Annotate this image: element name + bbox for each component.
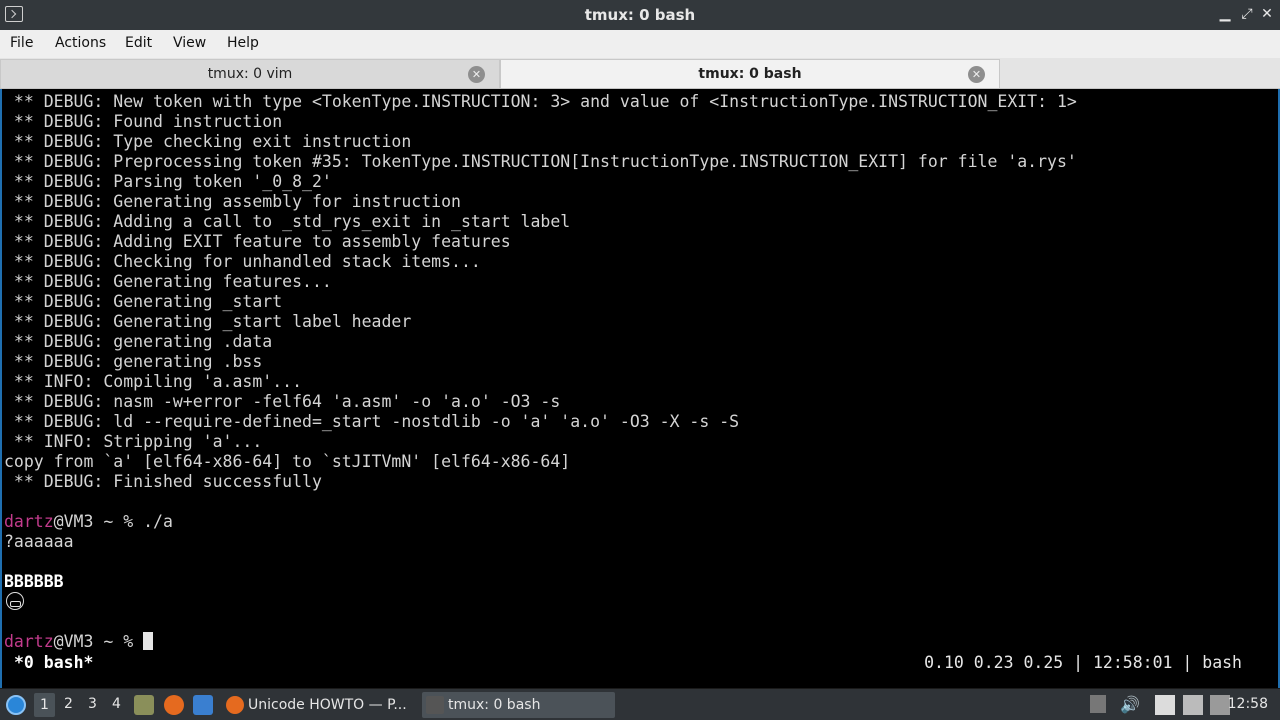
window-titlebar: tmux: 0 bash ▁ ⤢ ✕ (0, 0, 1280, 30)
terminal-line: ** DEBUG: Generating features... (4, 272, 332, 291)
task-firefox[interactable]: Unicode HOWTO — P... (222, 692, 417, 718)
terminal-line: ** DEBUG: nasm -w+error -felf64 'a.asm' … (4, 392, 561, 411)
terminal-cursor (143, 632, 154, 650)
terminal-icon (426, 696, 444, 714)
tab-bash[interactable]: tmux: 0 bash ✕ (500, 59, 1000, 88)
close-icon[interactable]: ✕ (1258, 5, 1276, 23)
workspace-2[interactable]: 2 (64, 696, 73, 712)
terminal-line: ** INFO: Stripping 'a'... (4, 432, 263, 451)
maximize-icon[interactable]: ⤢ (1238, 5, 1256, 23)
workspace-4[interactable]: 4 (112, 696, 121, 712)
start-menu-icon[interactable] (6, 695, 26, 715)
terminal-line: ** DEBUG: Preprocessing token #35: Token… (4, 152, 1077, 171)
firefox-icon[interactable] (164, 695, 184, 715)
tmux-status-right: 0.10 0.23 0.25 | 12:58:01 | bash (924, 653, 1242, 672)
terminal-line: ** DEBUG: Found instruction (4, 112, 283, 131)
terminal-line: ** DEBUG: Checking for unhandled stack i… (4, 252, 481, 271)
task-label: Unicode HOWTO — P... (248, 697, 407, 713)
taskbar: 1 2 3 4 Unicode HOWTO — P... tmux: 0 bas… (0, 688, 1280, 720)
prompt-user: dartz (4, 512, 54, 531)
terminal-line: ** DEBUG: Generating _start (4, 292, 283, 311)
terminal-line: ** DEBUG: Finished successfully (4, 472, 322, 491)
tab-close-icon[interactable]: ✕ (468, 66, 485, 83)
workspace-1[interactable]: 1 (34, 693, 55, 717)
prompt-host: @VM3 ~ % (53, 632, 144, 651)
terminal-area[interactable]: ** DEBUG: New token with type <TokenType… (0, 89, 1280, 688)
menu-bar: File Actions Edit View Help (0, 30, 1280, 58)
terminal-line: ** DEBUG: Generating assembly for instru… (4, 192, 461, 211)
menu-actions[interactable]: Actions (55, 35, 106, 51)
terminal-line: copy from `a' [elf64-x86-64] to `stJITVm… (4, 452, 571, 471)
window-title: tmux: 0 bash (584, 6, 696, 24)
tab-close-icon[interactable]: ✕ (968, 66, 985, 83)
file-manager-icon[interactable] (134, 695, 154, 715)
tray-updates-icon[interactable] (1090, 695, 1106, 713)
clipboard-icon[interactable] (1155, 695, 1175, 715)
program-output-bold: BBBBBB (4, 572, 64, 591)
desktop-icon[interactable] (193, 695, 213, 715)
minimize-icon[interactable]: ▁ (1216, 5, 1234, 23)
network-icon[interactable] (1183, 695, 1203, 715)
terminal-line: ** DEBUG: Type checking exit instruction (4, 132, 412, 151)
prompt-command: ./a (143, 512, 173, 531)
terminal-line: ** DEBUG: ld --require-defined=_start -n… (4, 412, 740, 431)
volume-icon[interactable]: 🔊 (1120, 695, 1140, 715)
terminal-line: ** DEBUG: Parsing token '_0_8_2' (4, 172, 332, 191)
prompt-host: @VM3 ~ % (53, 512, 144, 531)
terminal-line: ** DEBUG: New token with type <TokenType… (4, 92, 1077, 111)
prompt-line: dartz@VM3 ~ % ./a (4, 512, 173, 532)
task-label: tmux: 0 bash (448, 697, 541, 713)
tab-label: tmux: 0 bash (698, 66, 802, 82)
tab-vim[interactable]: tmux: 0 vim ✕ (0, 59, 500, 88)
terminal-line: ** DEBUG: Adding EXIT feature to assembl… (4, 232, 511, 251)
tmux-window-status: *0 bash* (14, 653, 94, 672)
workspace-3[interactable]: 3 (88, 696, 97, 712)
firefox-icon (226, 696, 244, 714)
tab-bar: tmux: 0 vim ✕ tmux: 0 bash ✕ (0, 58, 1280, 89)
prompt-user: dartz (4, 632, 54, 651)
clock[interactable]: 12:58 (1228, 696, 1268, 712)
terminal-line: ** DEBUG: generating .bss (4, 352, 263, 371)
tab-label: tmux: 0 vim (207, 66, 293, 82)
menu-file[interactable]: File (10, 35, 33, 51)
task-terminal[interactable]: tmux: 0 bash (422, 692, 615, 718)
menu-edit[interactable]: Edit (125, 35, 152, 51)
terminal-line: ** INFO: Compiling 'a.asm'... (4, 372, 303, 391)
terminal-line: ** DEBUG: Generating _start label header (4, 312, 412, 331)
grimace-emoji-icon (6, 592, 24, 610)
menu-view[interactable]: View (173, 35, 206, 51)
menu-help[interactable]: Help (227, 35, 259, 51)
active-prompt-line[interactable]: dartz@VM3 ~ % (4, 632, 154, 652)
terminal-line: ** DEBUG: generating .data (4, 332, 273, 351)
program-output: ?aaaaaa (4, 532, 74, 551)
terminal-line: ** DEBUG: Adding a call to _std_rys_exit… (4, 212, 571, 231)
